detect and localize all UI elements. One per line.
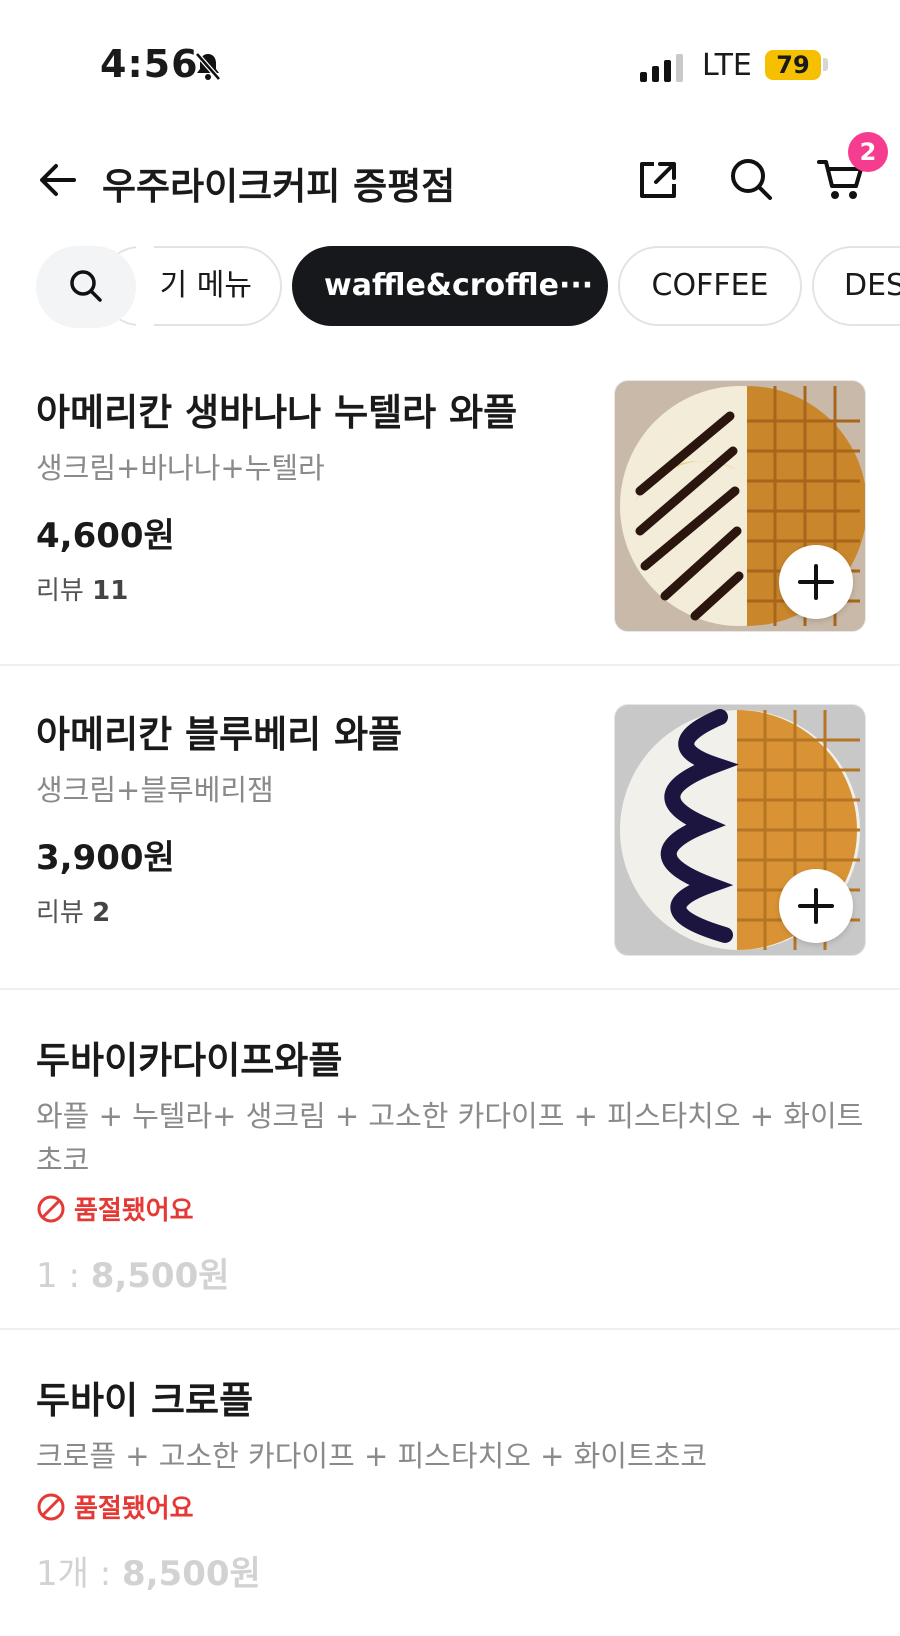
tab-waffle-croffle[interactable]: waffle&croffle··· — [292, 246, 608, 326]
category-tabs: 기 메뉴 waffle&croffle··· COFFEE DES — [0, 246, 900, 330]
review-count: 11 — [92, 576, 129, 606]
search-icon — [70, 270, 102, 302]
status-time: 4:56 — [100, 42, 199, 86]
soldout-badge: 품절됐어요 — [36, 1190, 194, 1227]
prohibited-icon — [37, 1195, 65, 1222]
page-title: 우주라이크커피 증평점 — [102, 165, 456, 208]
battery-icon: 79 — [765, 50, 821, 80]
cart-count-badge: 2 — [848, 132, 888, 172]
item-price: 1개 : 8,500원 — [36, 1546, 261, 1595]
item-description: 생크림+블루베리잼 — [36, 773, 274, 807]
tab-coffee[interactable]: COFFEE — [618, 246, 802, 326]
item-name: 아메리칸 생바나나 누텔라 와플 — [36, 391, 518, 434]
price-value: 8,500원 — [90, 1256, 230, 1296]
tab-label: DES — [844, 268, 900, 303]
item-price: 1 : 8,500원 — [36, 1248, 230, 1297]
prohibited-icon — [37, 1493, 65, 1520]
plus-icon — [798, 888, 834, 924]
menu-item-soldout[interactable]: 두바이카다이프와플 와플 + 누텔라+ 생크림 + 고소한 카다이프 + 피스타… — [0, 988, 900, 1330]
battery-tip — [823, 58, 828, 71]
plus-icon — [798, 564, 834, 600]
tab-label: waffle&croffle··· — [324, 268, 594, 303]
status-bar: 4:56 LTE 79 — [0, 0, 900, 130]
share-icon[interactable] — [636, 158, 680, 206]
chip-fade — [136, 246, 154, 330]
soldout-label: 품절됐어요 — [74, 1196, 194, 1226]
item-description: 와플 + 누텔라+ 생크림 + 고소한 카다이프 + 피스타치오 + 화이트초코 — [36, 1099, 864, 1177]
price-prefix: 1개 : — [36, 1554, 122, 1594]
bell-muted-icon — [192, 50, 224, 86]
tab-label: 기 메뉴 — [159, 268, 252, 303]
network-label: LTE — [702, 48, 752, 83]
item-name: 아메리칸 블루베리 와플 — [36, 713, 403, 756]
item-name: 두바이 크로플 — [36, 1379, 254, 1422]
price-prefix: 1 : — [36, 1256, 91, 1296]
tab-dessert[interactable]: DES — [812, 246, 900, 326]
review-label: 리뷰 — [36, 576, 84, 606]
item-description: 크로플 + 고소한 카다이프 + 피스타치오 + 화이트초코 — [36, 1439, 708, 1473]
add-to-cart-button[interactable] — [779, 545, 853, 619]
item-name: 두바이카다이프와플 — [36, 1039, 343, 1082]
item-review: 리뷰 2 — [36, 892, 110, 929]
soldout-badge: 품절됐어요 — [36, 1488, 194, 1525]
review-label: 리뷰 — [36, 898, 84, 928]
search-icon[interactable] — [728, 156, 774, 206]
tab-label: COFFEE — [651, 268, 769, 303]
item-review: 리뷰 11 — [36, 570, 128, 607]
menu-item-soldout[interactable]: 두바이 크로플 크로플 + 고소한 카다이프 + 피스타치오 + 화이트초코 품… — [0, 1328, 900, 1636]
menu-item[interactable]: 아메리칸 생바나나 누텔라 와플 생크림+바나나+누텔라 4,600원 리뷰 1… — [0, 340, 900, 666]
signal-icon — [640, 54, 683, 82]
item-image[interactable] — [614, 704, 866, 956]
review-count: 2 — [92, 898, 111, 928]
item-image[interactable] — [614, 380, 866, 632]
add-to-cart-button[interactable] — [779, 869, 853, 943]
price-value: 8,500원 — [121, 1554, 261, 1594]
store-header: 우주라이크커피 증평점 — [0, 140, 900, 220]
back-arrow-icon[interactable] — [36, 158, 80, 206]
menu-search-button[interactable] — [36, 246, 136, 328]
item-price: 4,600원 — [36, 516, 175, 556]
item-description: 생크림+바나나+누텔라 — [36, 451, 325, 485]
soldout-label: 품절됐어요 — [74, 1494, 194, 1524]
menu-item[interactable]: 아메리칸 블루베리 와플 생크림+블루베리잼 3,900원 리뷰 2 — [0, 664, 900, 990]
item-price: 3,900원 — [36, 838, 175, 878]
